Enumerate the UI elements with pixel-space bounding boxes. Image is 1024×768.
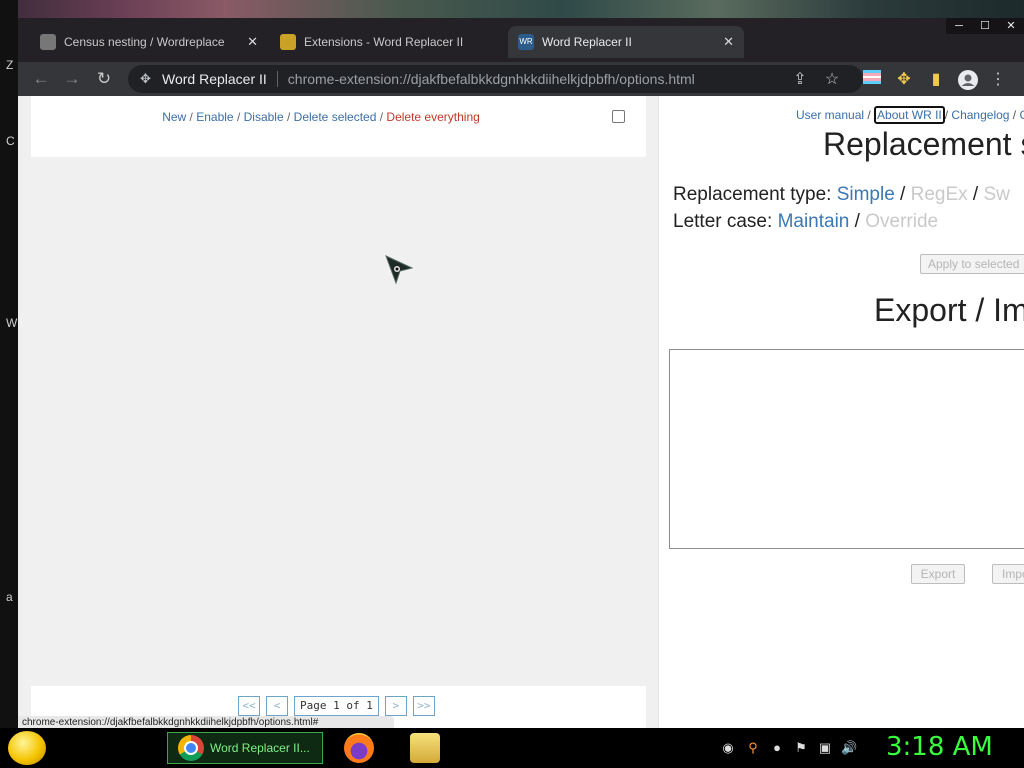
about-link[interactable]: About WR II [874, 106, 945, 124]
tab-strip: Census nesting / Wordreplace ✕ Extension… [18, 18, 1024, 62]
import-button[interactable]: Import [992, 564, 1024, 584]
sidepanel-icon[interactable]: ▮ [926, 70, 946, 90]
status-bar: chrome-extension://djakfbefalbkkdgnhkkdi… [18, 716, 394, 728]
wr-icon: WR [518, 34, 534, 50]
select-all-checkbox[interactable] [612, 110, 625, 123]
prev-page-button[interactable]: < [266, 696, 288, 716]
export-textarea[interactable] [669, 349, 1024, 549]
browser-toolbar: ← → ↻ ✥ Word Replacer II chrome-extensio… [18, 62, 1024, 96]
profile-avatar[interactable] [958, 70, 978, 90]
puzzle-icon: ✥ [140, 71, 151, 86]
search-icon[interactable]: ⚲ [745, 740, 761, 756]
changelog-link[interactable]: Changelog [951, 108, 1009, 122]
folder-icon[interactable] [410, 733, 440, 763]
forward-icon[interactable]: → [61, 68, 83, 90]
address-bar[interactable]: ✥ Word Replacer II chrome-extension://dj… [128, 65, 863, 93]
network-icon[interactable]: ▣ [817, 740, 833, 756]
close-icon[interactable]: ✕ [247, 34, 258, 50]
firefox-icon[interactable] [344, 733, 374, 763]
close-window-icon[interactable]: ✕ [998, 18, 1024, 34]
export-import-heading: Export / Import [874, 292, 1024, 328]
github-icon [40, 34, 56, 50]
top-links: User manual / About WR II/ Changelog / C [796, 106, 1024, 124]
export-button[interactable]: Export [911, 564, 965, 584]
settings-panel: User manual / About WR II/ Changelog / C… [658, 96, 1024, 728]
enable-link[interactable]: Enable [196, 110, 233, 124]
last-page-button[interactable]: >> [412, 696, 435, 716]
rules-actions-bar: New / Enable / Disable / Delete selected… [31, 96, 646, 157]
type-other-option[interactable]: Sw [984, 184, 1010, 205]
type-regex-option[interactable]: RegEx [911, 184, 968, 205]
menu-icon[interactable]: ⋮ [988, 70, 1008, 90]
extensions-icon[interactable]: ✥ [894, 70, 914, 90]
delete-everything-link[interactable]: Delete everything [386, 110, 479, 124]
delete-selected-link[interactable]: Delete selected [294, 110, 377, 124]
new-link[interactable]: New [162, 110, 186, 124]
disable-link[interactable]: Disable [244, 110, 284, 124]
first-page-button[interactable]: << [238, 696, 260, 716]
media-icon[interactable]: ◉ [720, 740, 736, 756]
desktop-edge: Z C W a [0, 0, 18, 728]
browser-window: Census nesting / Wordreplace ✕ Extension… [18, 18, 1024, 728]
flag-extension-icon[interactable] [862, 70, 882, 90]
type-simple-option[interactable]: Simple [837, 184, 895, 205]
share-icon[interactable]: ⇪ [790, 70, 810, 90]
tab-extensions[interactable]: Extensions - Word Replacer II [270, 26, 508, 58]
tab-census[interactable]: Census nesting / Wordreplace ✕ [30, 26, 268, 58]
rules-panel: New / Enable / Disable / Delete selected… [18, 96, 658, 728]
replacement-type-row: Replacement type: Simple / RegEx / Sw [673, 184, 1010, 205]
window-controls: ─ ☐ ✕ [946, 18, 1024, 34]
back-icon[interactable]: ← [30, 68, 52, 90]
taskbar-chrome-task[interactable]: Word Replacer II... [167, 732, 323, 764]
page-viewport: New / Enable / Disable / Delete selected… [18, 96, 1024, 728]
rules-actions: New / Enable / Disable / Delete selected… [162, 110, 480, 124]
letter-case-row: Letter case: Maintain / Override [673, 211, 939, 232]
chrome-icon [178, 735, 204, 761]
action-center-flag-icon[interactable]: ⚑ [793, 740, 809, 756]
maximize-icon[interactable]: ☐ [972, 18, 998, 34]
case-maintain-option[interactable]: Maintain [778, 211, 850, 232]
more-link[interactable]: C [1019, 108, 1024, 122]
star-icon[interactable]: ☆ [822, 70, 842, 90]
mouse-cursor [385, 255, 414, 285]
case-override-option[interactable]: Override [865, 211, 938, 232]
pagination: << < Page 1 of 1 > >> [238, 696, 435, 716]
puzzle-icon [280, 34, 296, 50]
user-manual-link[interactable]: User manual [796, 108, 864, 122]
tab-word-replacer[interactable]: WR Word Replacer II ✕ [508, 26, 744, 58]
replacement-heading: Replacement settings [823, 126, 1024, 162]
taskbar: Word Replacer II... ◉ ⚲ ● ⚑ ▣ 🔊 3:18 AM [0, 728, 1024, 768]
page-indicator: Page 1 of 1 [294, 696, 379, 716]
close-icon[interactable]: ✕ [723, 34, 734, 50]
start-button[interactable] [8, 731, 46, 765]
next-page-button[interactable]: > [384, 696, 407, 716]
reload-icon[interactable]: ↻ [93, 68, 115, 90]
taskbar-clock[interactable]: 3:18 AM [886, 732, 993, 762]
volume-icon[interactable]: 🔊 [841, 740, 857, 756]
minimize-icon[interactable]: ─ [946, 18, 972, 34]
chat-icon[interactable]: ● [769, 740, 785, 756]
apply-to-selected-button[interactable]: Apply to selected [920, 254, 1024, 274]
